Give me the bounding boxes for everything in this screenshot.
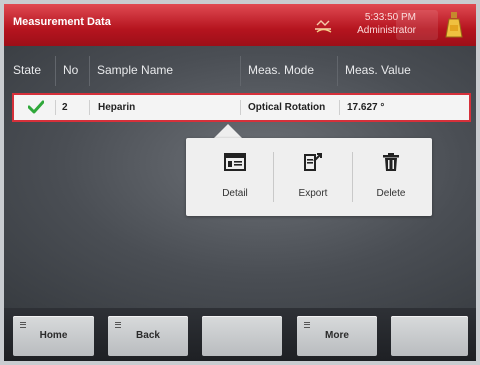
export-icon [304, 153, 322, 171]
app-window: Measurement Data 5:33:50 PM Administrato… [4, 4, 476, 361]
page-title: Measurement Data [13, 16, 111, 28]
cell-divider [339, 100, 340, 115]
clock-time: 5:33:50 PM [364, 12, 416, 23]
home-button-label: Home [39, 330, 68, 341]
footer-button-empty-1[interactable] [202, 316, 282, 356]
column-header-meas-mode[interactable]: Meas. Mode [248, 46, 314, 94]
detail-icon [224, 153, 246, 171]
detail-label: Detail [222, 188, 248, 199]
menu-divider [352, 152, 353, 202]
menu-grip-icon [304, 322, 310, 328]
home-button[interactable]: Home [13, 316, 94, 356]
sample-bottle-icon[interactable] [442, 10, 466, 40]
cell-no: 2 [62, 102, 68, 113]
row-context-menu: Detail Export Delete [186, 138, 432, 216]
back-button[interactable]: Back [108, 316, 188, 356]
user-info: 5:33:50 PM Administrator [357, 11, 416, 37]
title-bar: Measurement Data 5:33:50 PM Administrato… [4, 4, 476, 46]
trash-icon [383, 153, 399, 171]
column-divider [337, 56, 338, 86]
cell-divider [55, 100, 56, 115]
cell-meas-mode: Optical Rotation [248, 102, 326, 113]
footer-toolbar: Home Back More [4, 308, 476, 361]
table-row[interactable]: 2 Heparin Optical Rotation 17.627 ° [12, 93, 471, 122]
balance-status-icon[interactable] [312, 16, 334, 34]
detail-button[interactable]: Detail [198, 144, 272, 210]
cell-divider [89, 100, 90, 115]
delete-label: Delete [376, 188, 406, 199]
user-name: Administrator [357, 25, 416, 36]
cell-meas-value: 17.627 ° [347, 102, 385, 113]
menu-grip-icon [115, 322, 121, 328]
content-area: State No Sample Name Meas. Mode Meas. Va… [4, 46, 476, 308]
column-divider [89, 56, 90, 86]
check-icon [28, 100, 44, 114]
back-button-label: Back [136, 330, 160, 341]
popup-pointer [214, 124, 242, 138]
export-label: Export [298, 188, 328, 199]
cell-sample-name: Heparin [98, 102, 136, 113]
export-button[interactable]: Export [276, 144, 350, 210]
column-header-state[interactable]: State [13, 46, 41, 94]
cell-divider [240, 100, 241, 115]
column-header-meas-value[interactable]: Meas. Value [345, 46, 411, 94]
delete-button[interactable]: Delete [354, 144, 428, 210]
footer-button-empty-2[interactable] [391, 316, 468, 356]
more-button-label: More [325, 330, 349, 341]
column-header-no[interactable]: No [63, 46, 78, 94]
menu-divider [273, 152, 274, 202]
more-button[interactable]: More [297, 316, 377, 356]
menu-grip-icon [20, 322, 26, 328]
column-divider [55, 56, 56, 86]
column-header-sample-name[interactable]: Sample Name [97, 46, 173, 94]
column-divider [240, 56, 241, 86]
